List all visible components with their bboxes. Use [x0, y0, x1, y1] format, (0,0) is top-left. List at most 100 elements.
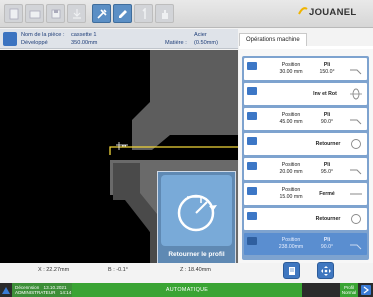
matiere-value: Acier: [194, 32, 207, 38]
step-button[interactable]: [134, 4, 153, 23]
save-button[interactable]: [46, 4, 65, 23]
operation-row[interactable]: Position 20.00 mm Pli 95.0°: [244, 158, 367, 180]
position-label: Position: [281, 112, 301, 118]
tools-button[interactable]: [92, 4, 111, 23]
position-label: Position: [281, 162, 301, 168]
operation-number-badge: [247, 87, 257, 95]
action-label: Inv et Rot: [313, 91, 337, 97]
operation-number-badge: [247, 237, 257, 245]
hand-button[interactable]: [155, 4, 174, 23]
pli-value: 90.0°: [320, 244, 334, 250]
profile-value: Normal: [341, 290, 357, 295]
sheet-metal-profile: [109, 146, 238, 155]
piece-name-value: cassette 1: [71, 32, 97, 38]
status-user: ADMINISTRATEUR: [15, 290, 56, 295]
operation-number-badge: [247, 187, 257, 195]
logo-text: JOUANEL: [309, 7, 357, 18]
pli-label: Pli: [323, 237, 331, 243]
flip-profile-image: [161, 175, 232, 246]
svg-text:▪▪▪: ▪▪▪: [122, 143, 127, 148]
operation-row[interactable]: Position 45.00 mm Pli 90.0°: [244, 108, 367, 130]
matiere-thickness: (0.50mm): [194, 40, 218, 46]
hand-icon: [162, 10, 168, 19]
rotate-icon: [351, 139, 361, 149]
edit-icon: [119, 10, 127, 18]
developpe-value: 350.00mm: [71, 40, 98, 46]
pli-label: Pli: [323, 162, 331, 168]
position-value: 238.00mm: [278, 244, 304, 250]
export-button[interactable]: [67, 4, 86, 23]
operation-number-badge: [247, 212, 257, 220]
logo-mark-icon: [298, 7, 308, 15]
bend-icon: [350, 69, 362, 75]
x-coordinate: X : 22.27mm: [38, 267, 70, 273]
developpe-label: Développé: [21, 40, 48, 46]
flip-profile-popup[interactable]: Retourner le profil: [157, 171, 236, 264]
origin-marker-icon: ▪▪▪: [116, 142, 128, 150]
position-label: Position: [281, 187, 301, 193]
menu-button[interactable]: [361, 285, 371, 295]
pli-label: Pli: [323, 62, 331, 68]
action-label: Fermé: [319, 191, 335, 197]
rotate-icon: [351, 214, 361, 224]
save-icon: [51, 9, 61, 19]
invert-rotate-icon: [350, 88, 362, 100]
operation-row-selected[interactable]: Position 238.00mm Pli 90.0°: [244, 233, 367, 255]
bend-icon: [350, 169, 362, 175]
edit-button[interactable]: [113, 4, 132, 23]
bend-icon: [350, 119, 362, 125]
position-label: Position: [281, 62, 301, 68]
status-time: 14:14: [59, 290, 72, 295]
tab-operations-machine[interactable]: Opérations machine: [239, 33, 307, 47]
piece-name-label: Nom de la pièce :: [21, 32, 65, 38]
position-value: 15.00 mm: [279, 194, 303, 200]
operation-number-badge: [247, 162, 257, 170]
toolbar: JOUANEL: [0, 0, 373, 28]
action-label: Retourner: [315, 141, 341, 147]
step-one-icon: [142, 8, 146, 19]
coordinates-bar: X : 22.27mm B : -0.1° Z : 18.40mm: [0, 263, 238, 276]
matiere-label: Matière :: [165, 40, 187, 46]
folder-icon: [29, 10, 41, 19]
tools-icon: [97, 9, 107, 19]
move-arrows-icon: [321, 266, 331, 276]
open-file-button[interactable]: [25, 4, 44, 23]
machine-mode: AUTOMATIQUE: [72, 283, 302, 297]
operations-list[interactable]: Position 30.00 mm Pli 150.0° Inv et Rot …: [242, 56, 369, 260]
z-coordinate: Z : 18.40mm: [180, 267, 211, 273]
operation-row[interactable]: Position 15.00 mm Fermé: [244, 183, 367, 205]
user-icon: [2, 287, 10, 294]
operation-row[interactable]: Retourner: [244, 208, 367, 230]
close-bend-icon: [350, 193, 362, 195]
position-label: Position: [281, 237, 301, 243]
operation-number-badge: [247, 62, 257, 70]
new-file-button[interactable]: [4, 4, 23, 23]
operations-panel: Position 30.00 mm Pli 150.0° Inv et Rot …: [239, 49, 373, 263]
operation-row[interactable]: Inv et Rot: [244, 83, 367, 105]
session-info: Décennsion 13.10.2021 ADMINISTRATEUR 14:…: [12, 283, 72, 297]
new-file-icon: [9, 8, 19, 20]
bend-icon: [350, 244, 362, 250]
piece-info-bar: Nom de la pièce : cassette 1 Développé 3…: [0, 29, 238, 49]
rotate-profile-icon: [177, 194, 217, 232]
pli-value: 150.0°: [319, 69, 335, 75]
pli-value: 95.0°: [320, 169, 334, 175]
operation-row[interactable]: Position 30.00 mm Pli 150.0°: [244, 58, 367, 80]
operation-row[interactable]: Retourner: [244, 133, 367, 155]
export-icon: [73, 9, 81, 19]
document-button[interactable]: [283, 262, 300, 279]
popup-caption: Retourner le profil: [168, 251, 225, 258]
move-button[interactable]: [317, 262, 334, 279]
brand-logo: JOUANEL: [298, 6, 372, 22]
profile-mode[interactable]: Profil Normal: [340, 283, 358, 297]
operation-number-badge: [247, 112, 257, 120]
action-label: Retourner: [315, 216, 341, 222]
position-value: 30.00 mm: [279, 69, 303, 75]
piece-icon: [3, 32, 17, 46]
pli-label: Pli: [323, 112, 331, 118]
operation-number-badge: [247, 137, 257, 145]
pli-value: 90.0°: [320, 119, 334, 125]
document-icon: [289, 267, 295, 275]
b-coordinate: B : -0.1°: [108, 267, 128, 273]
upper-blade: [132, 50, 238, 150]
